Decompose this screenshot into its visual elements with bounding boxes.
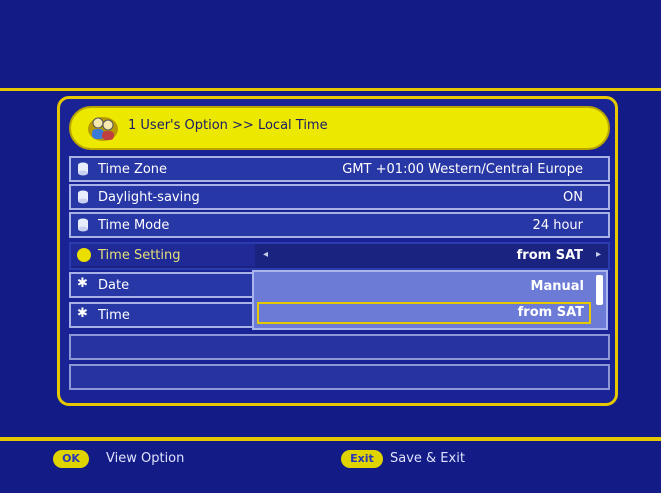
row-time[interactable]: ✱ Time <box>69 302 255 328</box>
row-label: Date <box>98 278 130 293</box>
row-date[interactable]: ✱ Date <box>69 272 255 298</box>
row-value: GMT +01:00 Western/Central Europe <box>342 162 583 177</box>
time-setting-dropdown[interactable]: Manual from SAT <box>252 270 608 330</box>
arrow-left-icon[interactable]: ◂ <box>263 249 268 260</box>
row-time-zone[interactable]: Time Zone GMT +01:00 Western/Central Eur… <box>69 156 610 182</box>
database-icon <box>78 218 88 232</box>
selected-indicator-icon <box>77 248 91 262</box>
exit-hint-label: Save & Exit <box>390 451 465 466</box>
ok-hint-label: View Option <box>106 451 185 466</box>
row-label: Time Mode <box>98 218 170 233</box>
row-label: Time Setting <box>98 248 181 263</box>
ok-key-icon: OK <box>53 450 89 468</box>
row-label: Daylight-saving <box>98 190 200 205</box>
row-daylight-saving[interactable]: Daylight-saving ON <box>69 184 610 210</box>
row-time-mode[interactable]: Time Mode 24 hour <box>69 212 610 238</box>
empty-row <box>69 334 610 360</box>
star-icon: ✱ <box>77 306 88 321</box>
empty-row <box>69 364 610 390</box>
user-icon <box>88 117 118 141</box>
row-label: Time <box>98 308 130 323</box>
page-title: 1 User's Option >> Local Time <box>128 118 328 133</box>
database-icon <box>78 162 88 176</box>
footer-bar <box>0 441 661 493</box>
exit-key-icon: Exit <box>341 450 383 468</box>
database-icon <box>78 190 88 204</box>
row-value: ON <box>563 190 583 205</box>
dropdown-option-manual[interactable]: Manual <box>531 279 584 294</box>
row-label: Time Zone <box>98 162 168 177</box>
row-value: from SAT <box>516 248 583 263</box>
dropdown-scrollbar[interactable] <box>596 275 603 305</box>
row-value: 24 hour <box>532 218 583 233</box>
star-icon: ✱ <box>77 276 88 291</box>
dropdown-option-from-sat[interactable]: from SAT <box>518 305 584 320</box>
row-time-setting[interactable]: Time Setting ◂ from SAT ▸ <box>69 242 610 270</box>
top-divider <box>0 88 661 91</box>
arrow-right-icon[interactable]: ▸ <box>596 249 601 260</box>
